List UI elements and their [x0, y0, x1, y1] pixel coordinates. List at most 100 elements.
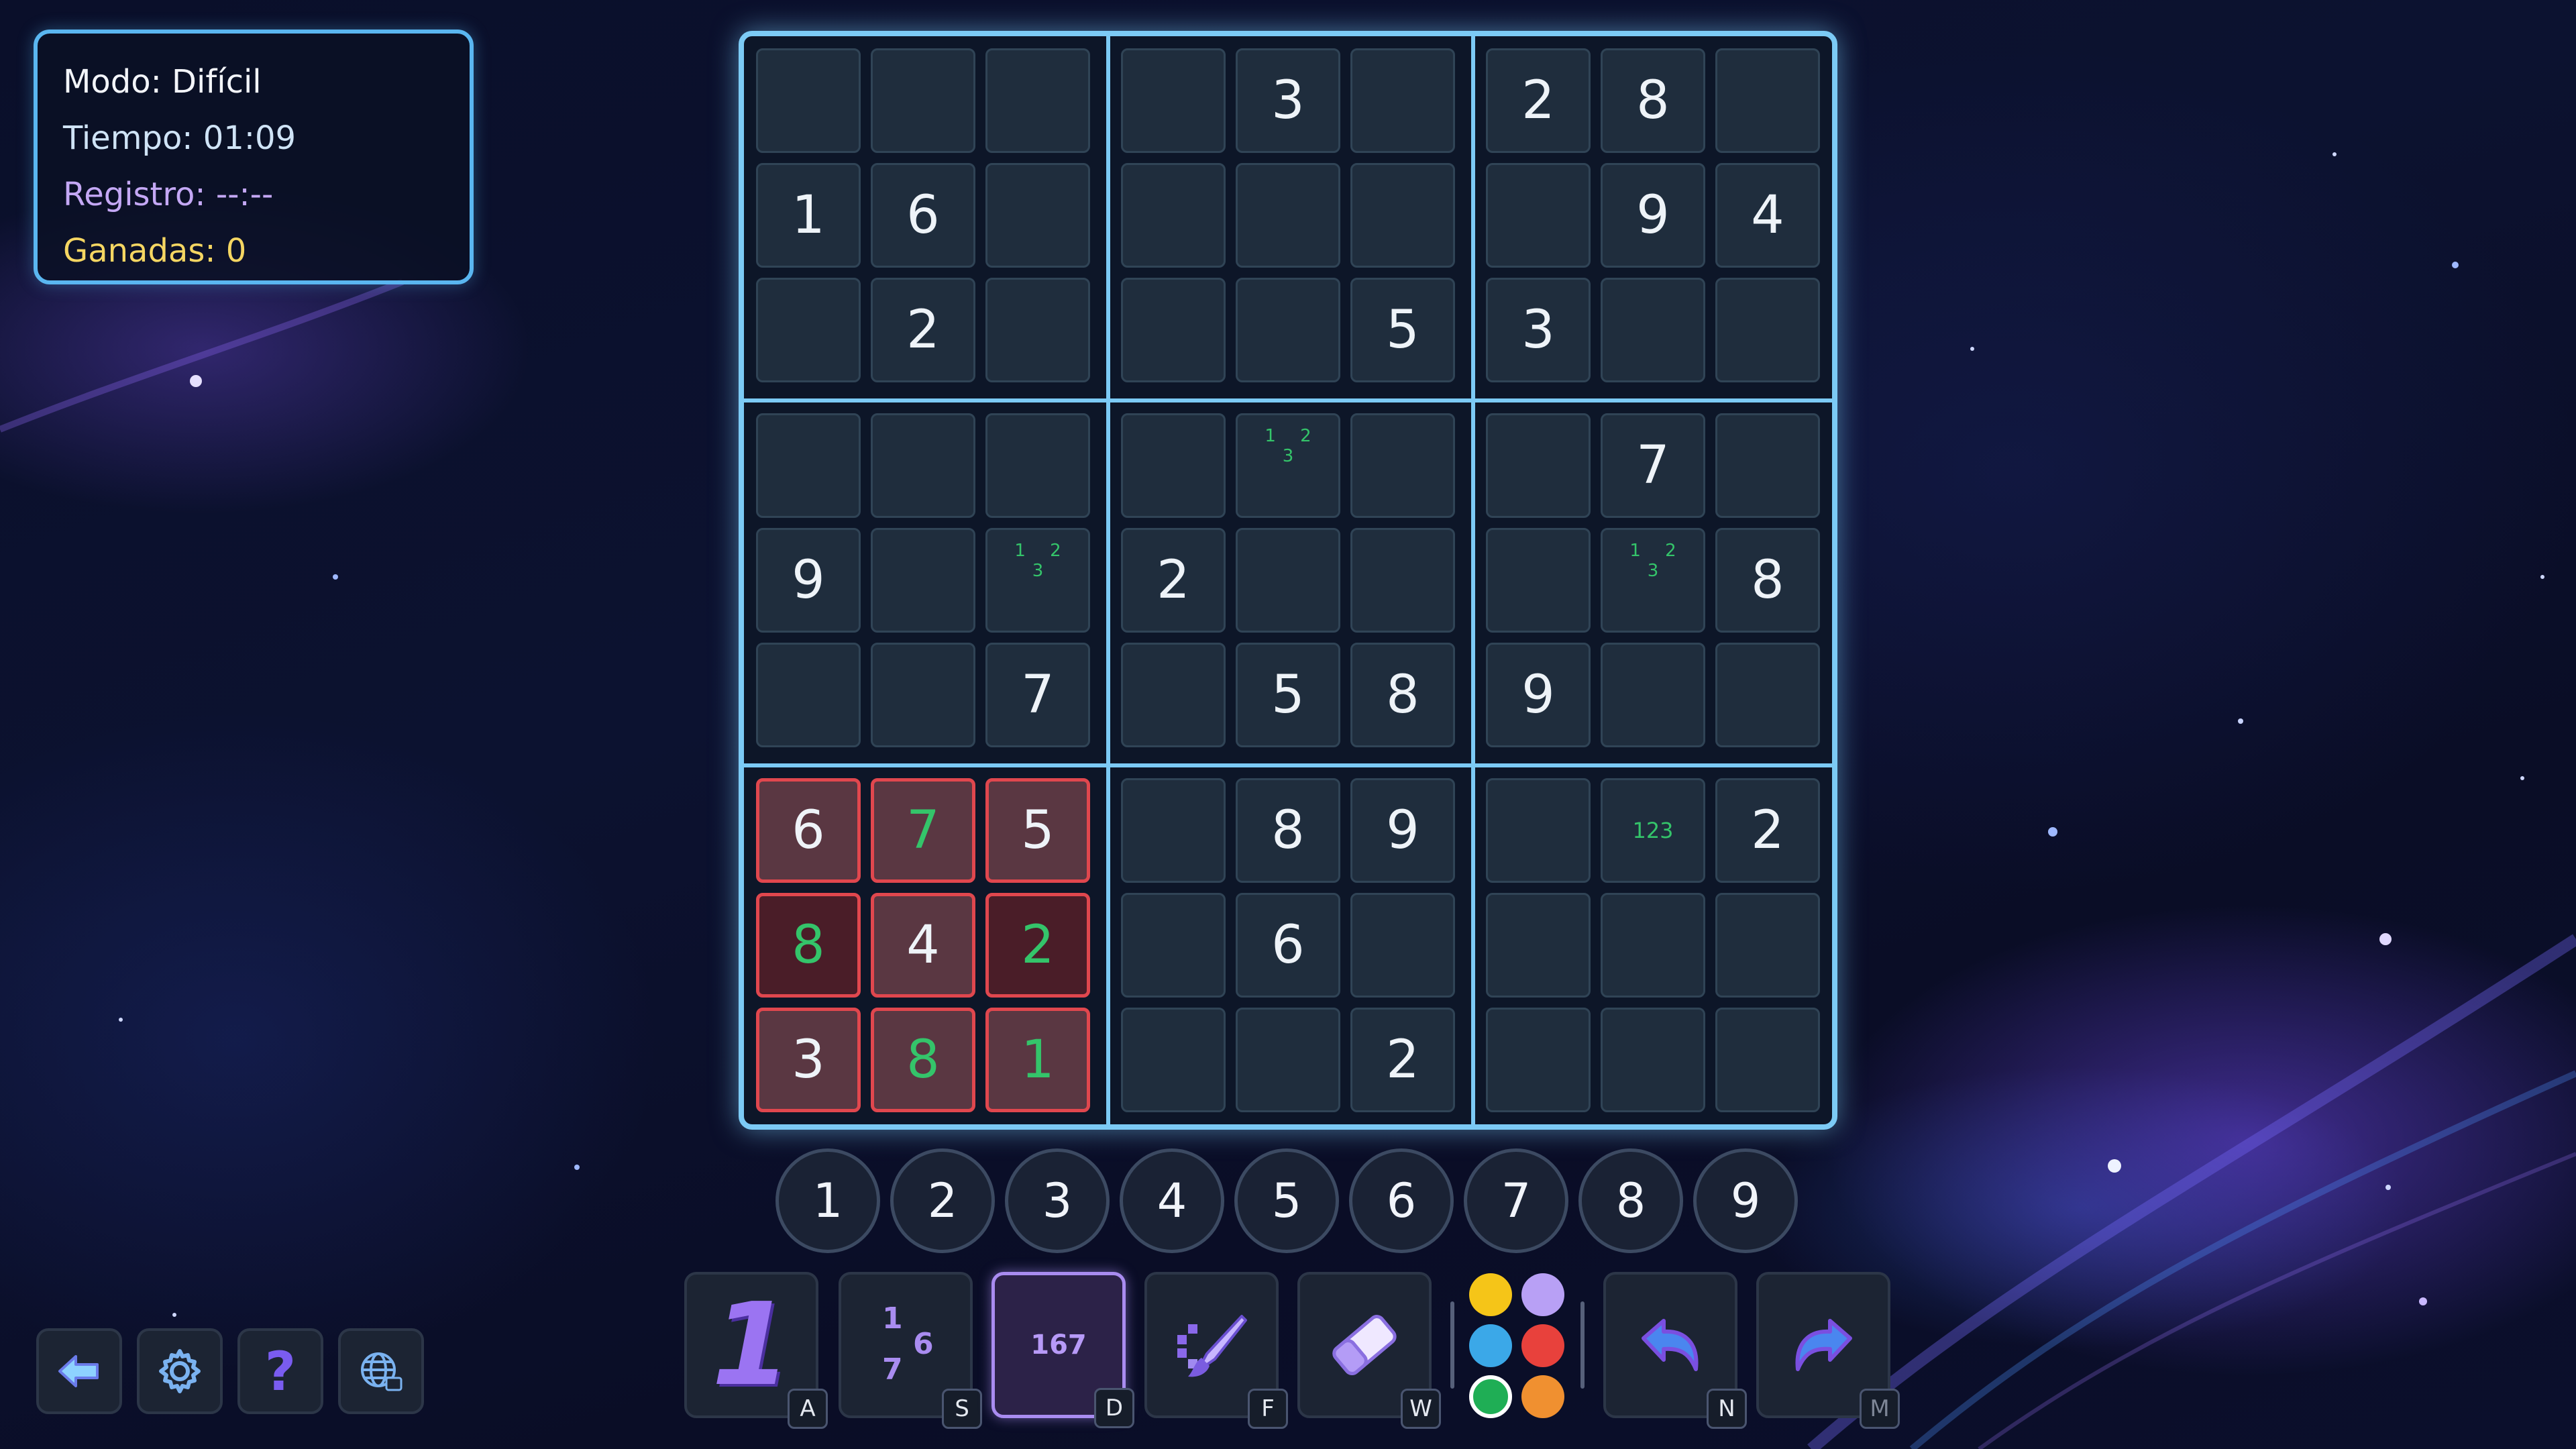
board-cell-r5c7[interactable] [1486, 528, 1591, 633]
board-cell-r1c8[interactable]: 8 [1601, 48, 1705, 153]
board-cell-r1c6[interactable] [1350, 48, 1455, 153]
board-cell-r2c6[interactable] [1350, 163, 1455, 268]
numpad-button-2[interactable]: 2 [890, 1148, 995, 1253]
board-cell-r8c4[interactable] [1121, 893, 1226, 998]
board-cell-r6c8[interactable] [1601, 643, 1705, 747]
board-cell-r8c7[interactable] [1486, 893, 1591, 998]
color-swatch-yellow[interactable] [1469, 1273, 1512, 1316]
color-swatch-green[interactable] [1469, 1375, 1512, 1418]
board-cell-r5c1[interactable]: 9 [756, 528, 861, 633]
board-cell-r3c1[interactable] [756, 278, 861, 382]
color-swatch-lavender[interactable] [1521, 1273, 1564, 1316]
board-cell-r9c9[interactable] [1715, 1008, 1820, 1112]
board-cell-r7c6[interactable]: 9 [1350, 778, 1455, 883]
numpad-button-6[interactable]: 6 [1349, 1148, 1454, 1253]
board-cell-r7c3[interactable]: 5 [985, 778, 1090, 883]
board-cell-r8c8[interactable] [1601, 893, 1705, 998]
board-cell-r6c9[interactable] [1715, 643, 1820, 747]
numpad-button-4[interactable]: 4 [1120, 1148, 1224, 1253]
board-cell-r2c5[interactable] [1236, 163, 1340, 268]
board-cell-r2c2[interactable]: 6 [871, 163, 975, 268]
board-cell-r5c4[interactable]: 2 [1121, 528, 1226, 633]
numpad-button-9[interactable]: 9 [1693, 1148, 1798, 1253]
digit-mode-button[interactable]: 1 A [684, 1272, 828, 1429]
board-cell-r9c2[interactable]: 8 [871, 1008, 975, 1112]
board-cell-r5c9[interactable]: 8 [1715, 528, 1820, 633]
numpad-button-8[interactable]: 8 [1578, 1148, 1683, 1253]
board-cell-r3c7[interactable]: 3 [1486, 278, 1591, 382]
board-cell-r6c1[interactable] [756, 643, 861, 747]
board-cell-r4c9[interactable] [1715, 413, 1820, 518]
board-cell-r3c2[interactable]: 2 [871, 278, 975, 382]
board-cell-r8c9[interactable] [1715, 893, 1820, 998]
language-button[interactable] [338, 1328, 424, 1414]
board-cell-r6c5[interactable]: 5 [1236, 643, 1340, 747]
numpad-button-1[interactable]: 1 [775, 1148, 880, 1253]
board-cell-r8c1[interactable]: 8 [756, 893, 861, 998]
board-cell-r5c6[interactable] [1350, 528, 1455, 633]
color-swatch-blue[interactable] [1469, 1324, 1512, 1367]
board-cell-r1c1[interactable] [756, 48, 861, 153]
board-cell-r2c1[interactable]: 1 [756, 163, 861, 268]
board-cell-r8c5[interactable]: 6 [1236, 893, 1340, 998]
paint-button[interactable]: F [1144, 1272, 1288, 1429]
board-cell-r7c7[interactable] [1486, 778, 1591, 883]
color-swatch-red[interactable] [1521, 1324, 1564, 1367]
board-cell-r8c3[interactable]: 2 [985, 893, 1090, 998]
board-cell-r9c4[interactable] [1121, 1008, 1226, 1112]
board-cell-r2c8[interactable]: 9 [1601, 163, 1705, 268]
board-cell-r5c5[interactable] [1236, 528, 1340, 633]
board-cell-r9c1[interactable]: 3 [756, 1008, 861, 1112]
board-cell-r9c8[interactable] [1601, 1008, 1705, 1112]
board-cell-r3c9[interactable] [1715, 278, 1820, 382]
board-cell-r1c4[interactable] [1121, 48, 1226, 153]
board-cell-r4c5[interactable]: 1 2 3 [1236, 413, 1340, 518]
corner-notes-button[interactable]: 1 6 7 S [839, 1272, 982, 1429]
settings-button[interactable] [137, 1328, 223, 1414]
numpad-button-5[interactable]: 5 [1234, 1148, 1339, 1253]
board-cell-r2c4[interactable] [1121, 163, 1226, 268]
board-cell-r6c4[interactable] [1121, 643, 1226, 747]
back-button[interactable] [36, 1328, 122, 1414]
board-cell-r4c1[interactable] [756, 413, 861, 518]
board-cell-r6c7[interactable]: 9 [1486, 643, 1591, 747]
board-cell-r4c4[interactable] [1121, 413, 1226, 518]
board-cell-r7c2[interactable]: 7 [871, 778, 975, 883]
board-cell-r6c3[interactable]: 7 [985, 643, 1090, 747]
center-notes-button[interactable]: 167 D [991, 1272, 1134, 1428]
board-cell-r4c3[interactable] [985, 413, 1090, 518]
board-cell-r2c3[interactable] [985, 163, 1090, 268]
board-cell-r3c5[interactable] [1236, 278, 1340, 382]
board-cell-r1c7[interactable]: 2 [1486, 48, 1591, 153]
board-cell-r1c2[interactable] [871, 48, 975, 153]
board-cell-r4c2[interactable] [871, 413, 975, 518]
board-cell-r9c3[interactable]: 1 [985, 1008, 1090, 1112]
board-cell-r6c6[interactable]: 8 [1350, 643, 1455, 747]
board-cell-r5c8[interactable]: 1 2 3 [1601, 528, 1705, 633]
eraser-button[interactable]: W [1297, 1272, 1441, 1429]
board-cell-r7c4[interactable] [1121, 778, 1226, 883]
board-cell-r5c2[interactable] [871, 528, 975, 633]
board-cell-r7c5[interactable]: 8 [1236, 778, 1340, 883]
board-cell-r8c6[interactable] [1350, 893, 1455, 998]
board-cell-r5c3[interactable]: 1 2 3 [985, 528, 1090, 633]
board-cell-r7c1[interactable]: 6 [756, 778, 861, 883]
board-cell-r1c3[interactable] [985, 48, 1090, 153]
board-cell-r2c9[interactable]: 4 [1715, 163, 1820, 268]
board-cell-r2c7[interactable] [1486, 163, 1591, 268]
numpad-button-3[interactable]: 3 [1005, 1148, 1110, 1253]
board-cell-r1c9[interactable] [1715, 48, 1820, 153]
board-cell-r4c8[interactable]: 7 [1601, 413, 1705, 518]
board-cell-r9c5[interactable] [1236, 1008, 1340, 1112]
board-cell-r3c8[interactable] [1601, 278, 1705, 382]
board-cell-r4c6[interactable] [1350, 413, 1455, 518]
help-button[interactable]: ? [237, 1328, 323, 1414]
board-cell-r3c6[interactable]: 5 [1350, 278, 1455, 382]
board-cell-r6c2[interactable] [871, 643, 975, 747]
undo-button[interactable]: N [1603, 1272, 1747, 1429]
board-cell-r9c6[interactable]: 2 [1350, 1008, 1455, 1112]
numpad-button-7[interactable]: 7 [1464, 1148, 1568, 1253]
board-cell-r3c4[interactable] [1121, 278, 1226, 382]
board-cell-r1c5[interactable]: 3 [1236, 48, 1340, 153]
board-cell-r3c3[interactable] [985, 278, 1090, 382]
